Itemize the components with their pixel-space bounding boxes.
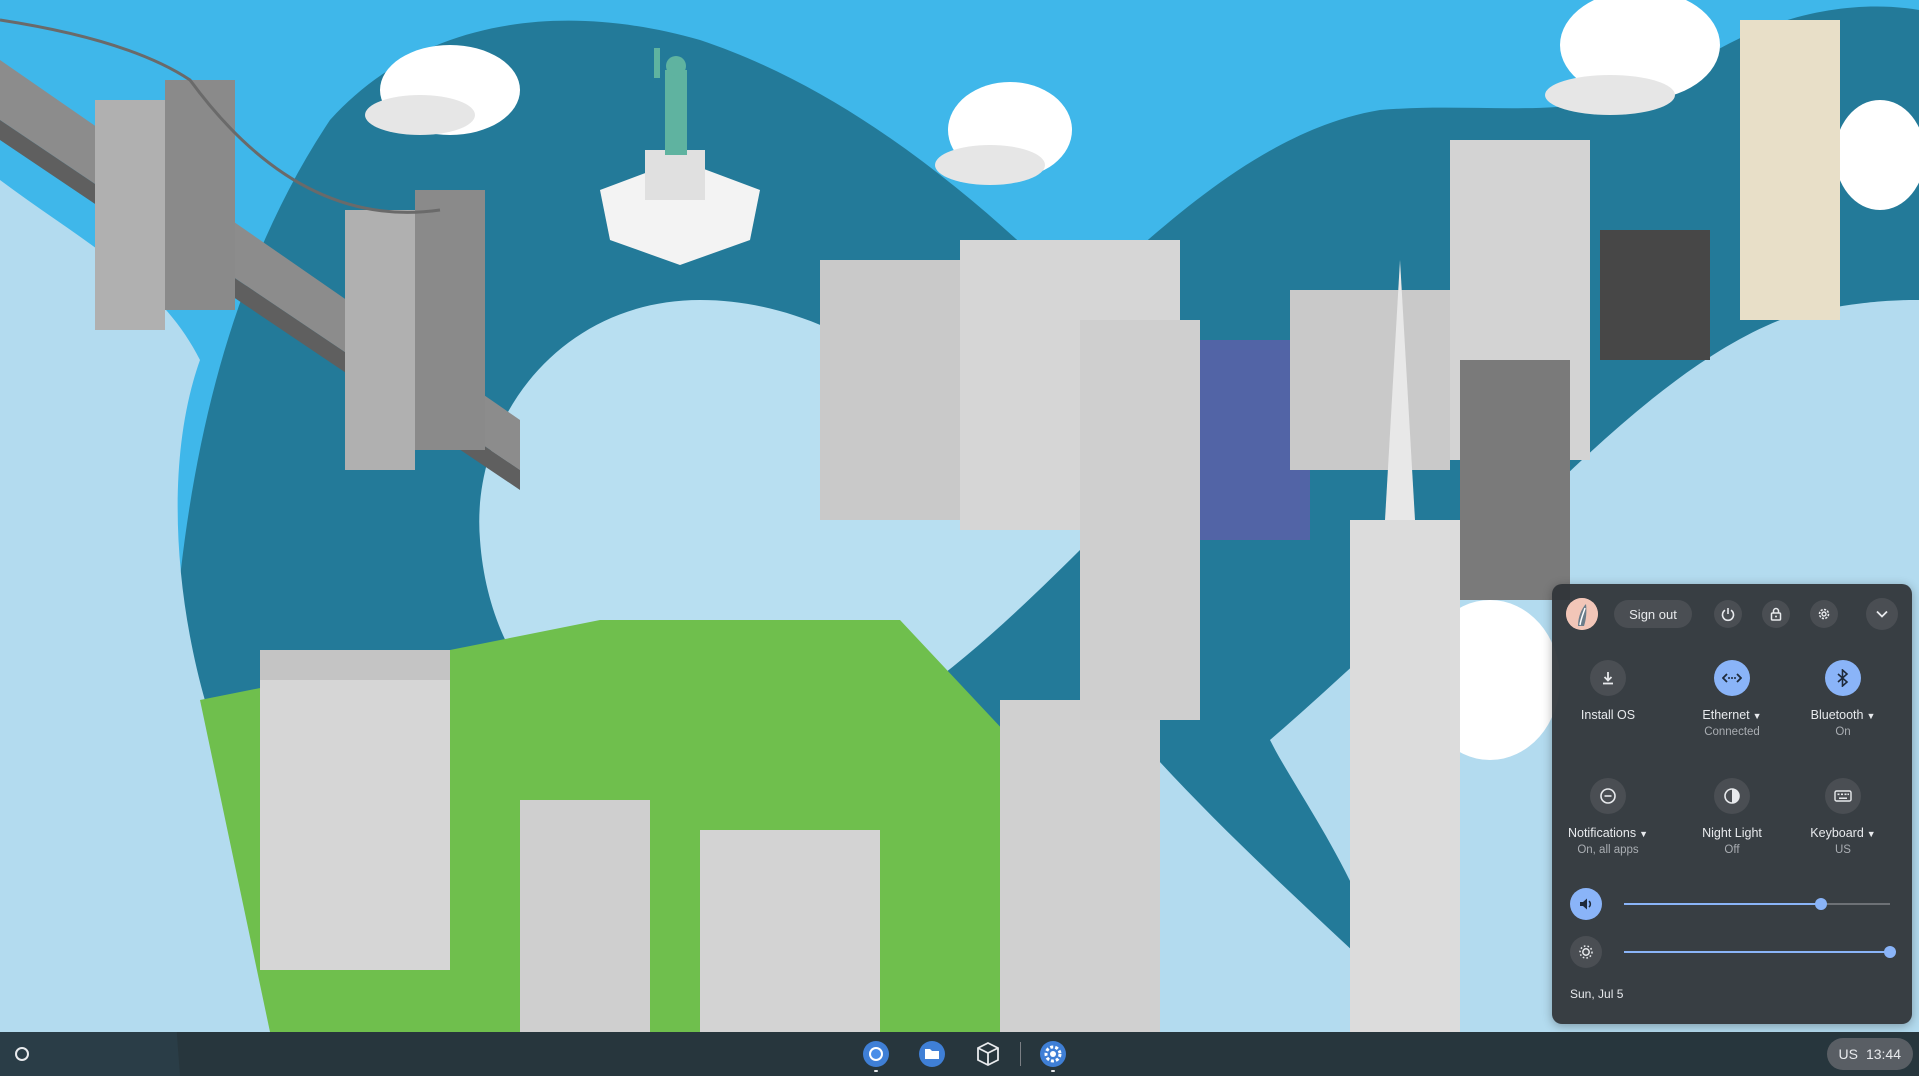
ime-indicator: US <box>1838 1046 1858 1062</box>
brightness-slider-row <box>1570 936 1896 968</box>
tile-label: Night Light <box>1702 826 1762 840</box>
settings-app[interactable] <box>1035 1036 1071 1072</box>
tile-keyboard[interactable]: Keyboard ▼ US <box>1788 778 1898 856</box>
keyboard-icon <box>1834 790 1852 802</box>
date-label[interactable]: Sun, Jul 5 <box>1570 987 1623 1001</box>
download-icon <box>1603 672 1613 685</box>
lock-icon <box>1770 607 1782 621</box>
status-area[interactable]: US 13:44 <box>1826 1038 1913 1070</box>
avatar[interactable] <box>1566 598 1598 630</box>
running-indicator <box>1051 1070 1055 1072</box>
volume-mute-button[interactable] <box>1570 888 1602 920</box>
brightness-button[interactable] <box>1570 936 1602 968</box>
ethernet-icon <box>1722 673 1742 683</box>
tile-label: Bluetooth <box>1810 708 1864 722</box>
tile-bluetooth[interactable]: Bluetooth ▼ On <box>1788 660 1898 738</box>
power-icon <box>1721 608 1735 622</box>
sign-out-button[interactable]: Sign out <box>1614 600 1692 628</box>
shelf-separator <box>1020 1042 1021 1066</box>
running-indicator <box>874 1070 878 1072</box>
tile-label: Install OS <box>1580 708 1636 722</box>
gear-icon <box>1818 608 1830 620</box>
tray-top-row: Sign out <box>1566 598 1898 630</box>
brightness-slider-thumb[interactable] <box>1884 946 1896 958</box>
settings-button[interactable] <box>1810 600 1838 628</box>
package-app[interactable] <box>970 1036 1006 1072</box>
volume-slider-row <box>1570 888 1894 920</box>
volume-slider-thumb[interactable] <box>1814 898 1827 910</box>
caret-down-icon: ▼ <box>1639 829 1648 839</box>
tile-sublabel: On, all apps <box>1577 844 1639 856</box>
shelf-apps <box>858 1036 1071 1072</box>
chevron-down-icon <box>1876 610 1888 618</box>
shelf: US 13:44 <box>0 1032 1919 1076</box>
tile-sublabel: Connected <box>1704 726 1760 738</box>
ethernet-toggle[interactable] <box>1714 660 1750 696</box>
brightness-slider[interactable] <box>1624 946 1896 958</box>
tile-sublabel: On <box>1835 726 1851 738</box>
volume-slider-fill <box>1624 903 1821 905</box>
settings-icon <box>1040 1041 1066 1067</box>
lock-button[interactable] <box>1762 600 1790 628</box>
tile-label: Notifications <box>1567 826 1637 840</box>
brightness-slider-fill <box>1624 951 1890 953</box>
tile-label: Keyboard <box>1810 826 1864 840</box>
keyboard-toggle[interactable] <box>1825 778 1861 814</box>
notifications-icon <box>1600 788 1616 804</box>
launcher-button[interactable] <box>8 1040 36 1068</box>
tile-notifications[interactable]: Notifications ▼ On, all apps <box>1553 778 1663 856</box>
install-os-toggle[interactable] <box>1590 660 1626 696</box>
launcher-circle-icon <box>15 1047 29 1061</box>
brightness-icon <box>1579 945 1593 959</box>
notifications-toggle[interactable] <box>1590 778 1626 814</box>
collapse-button[interactable] <box>1866 598 1898 630</box>
files-app[interactable] <box>914 1036 950 1072</box>
caret-down-icon: ▼ <box>1752 711 1762 721</box>
bluetooth-icon <box>1837 669 1849 687</box>
power-button[interactable] <box>1714 600 1742 628</box>
tile-night-light[interactable]: Night Light Off <box>1677 778 1787 856</box>
tile-sublabel: Off <box>1724 844 1740 856</box>
tile-install-os[interactable]: Install OS <box>1553 660 1663 722</box>
files-icon <box>919 1041 945 1067</box>
bluetooth-toggle[interactable] <box>1825 660 1861 696</box>
caret-down-icon: ▼ <box>1866 711 1876 721</box>
clock: 13:44 <box>1865 1046 1901 1062</box>
tile-label: Ethernet <box>1702 708 1750 722</box>
chrome-icon <box>863 1041 889 1067</box>
night-light-toggle[interactable] <box>1714 778 1750 814</box>
system-tray-bubble: Sign out Install OS Ethernet ▼ Connected… <box>1552 584 1912 1024</box>
package-icon <box>977 1041 999 1067</box>
chrome-app[interactable] <box>858 1036 894 1072</box>
caret-down-icon: ▼ <box>1866 829 1876 839</box>
volume-slider[interactable] <box>1624 898 1890 910</box>
night-light-icon <box>1724 788 1740 804</box>
avatar-icon <box>1566 598 1598 630</box>
volume-icon <box>1580 898 1592 910</box>
tile-ethernet[interactable]: Ethernet ▼ Connected <box>1677 660 1787 738</box>
tile-sublabel: US <box>1835 844 1851 856</box>
